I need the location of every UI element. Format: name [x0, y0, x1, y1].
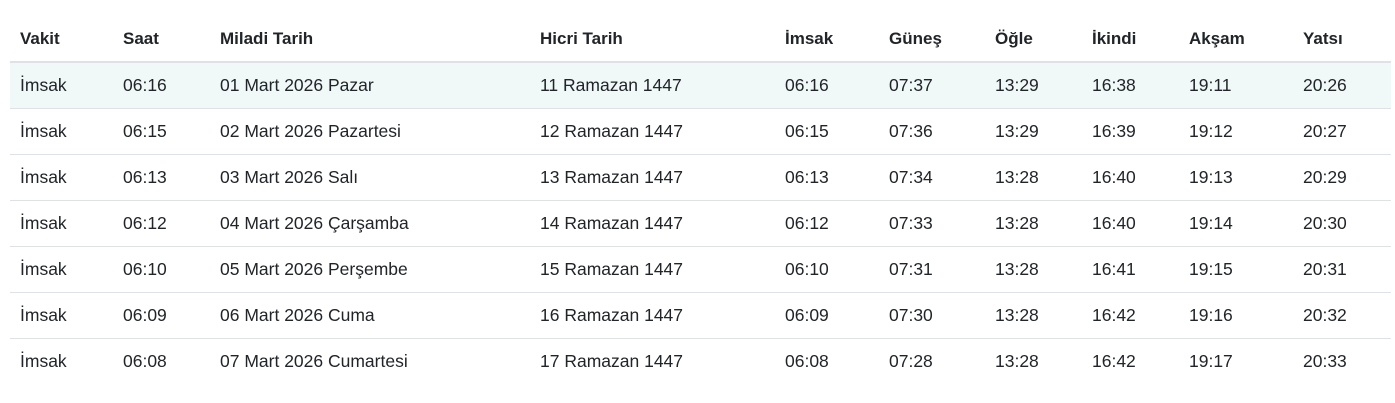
cell-yatsi: 20:26	[1293, 62, 1391, 109]
cell-vakit: İmsak	[10, 154, 113, 201]
cell-gunes: 07:28	[889, 351, 933, 371]
cell-saat: 06:10	[113, 246, 210, 293]
table-row[interactable]: İmsak 06:09 06 Mart 2026 Cuma 16 Ramazan…	[10, 292, 1391, 339]
cell-aksam: 19:14	[1179, 200, 1293, 247]
cell-imsak: 06:16	[775, 62, 879, 109]
cell-imsak: 06:15	[775, 108, 879, 155]
column-header-aksam[interactable]: Akşam	[1179, 16, 1293, 63]
cell-saat: 06:12	[113, 200, 210, 247]
cell-miladi-tarih: 06 Mart 2026 Cuma	[210, 292, 530, 339]
cell-ikindi: 16:41	[1082, 246, 1179, 293]
cell-aksam: 19:17	[1189, 351, 1233, 371]
cell-imsak: 06:13	[775, 154, 879, 201]
table-row[interactable]: İmsak 06:15 02 Mart 2026 Pazartesi 12 Ra…	[10, 108, 1391, 155]
cell-aksam: 19:11	[1179, 62, 1293, 109]
cell-yatsi: 20:27	[1293, 108, 1391, 155]
cell-saat: 06:16	[113, 62, 210, 109]
cell-ikindi: 16:39	[1082, 108, 1179, 155]
column-header-saat[interactable]: Saat	[113, 16, 210, 63]
cell-vakit: İmsak	[10, 246, 113, 293]
cell-gunes: 07:33	[879, 200, 985, 247]
table-row-today[interactable]: İmsak 06:16 01 Mart 2026 Pazar 11 Ramaza…	[10, 62, 1391, 109]
cell-vakit: İmsak	[10, 62, 113, 109]
cell-miladi-tarih: 03 Mart 2026 Salı	[210, 154, 530, 201]
column-header-ogle[interactable]: Öğle	[985, 16, 1082, 63]
cell-aksam: 19:16	[1179, 292, 1293, 339]
cell-miladi-tarih: 05 Mart 2026 Perşembe	[210, 246, 530, 293]
prayer-times-table: Vakit Saat Miladi Tarih Hicri Tarih İmsa…	[10, 16, 1391, 384]
column-header-hicri-tarih[interactable]: Hicri Tarih	[530, 16, 775, 63]
cell-aksam: 19:12	[1179, 108, 1293, 155]
cell-aksam: 19:13	[1179, 154, 1293, 201]
cell-vakit: İmsak	[10, 292, 113, 339]
cell-ogle: 13:29	[985, 108, 1082, 155]
cell-yatsi: 20:29	[1293, 154, 1391, 201]
cell-hicri-tarih: 16 Ramazan 1447	[530, 292, 775, 339]
cell-ogle: 13:28	[985, 154, 1082, 201]
column-header-imsak[interactable]: İmsak	[775, 16, 879, 63]
cell-ikindi: 16:40	[1082, 200, 1179, 247]
cell-ikindi: 16:42	[1082, 292, 1179, 339]
cell-miladi-tarih: 01 Mart 2026 Pazar	[210, 62, 530, 109]
cell-ogle: 13:28	[985, 292, 1082, 339]
cell-ogle: 13:28	[985, 246, 1082, 293]
cell-hicri-tarih: 13 Ramazan 1447	[530, 154, 775, 201]
table-row[interactable]: İmsak 06:12 04 Mart 2026 Çarşamba 14 Ram…	[10, 200, 1391, 247]
cell-miladi-tarih: 07 Mart 2026 Cumartesi	[220, 351, 408, 371]
cell-gunes: 07:31	[879, 246, 985, 293]
cell-vakit: İmsak	[20, 351, 67, 371]
cell-gunes: 07:30	[879, 292, 985, 339]
cell-imsak: 06:09	[775, 292, 879, 339]
column-header-gunes[interactable]: Güneş	[879, 16, 985, 63]
cell-miladi-tarih: 04 Mart 2026 Çarşamba	[210, 200, 530, 247]
cell-hicri-tarih: 14 Ramazan 1447	[530, 200, 775, 247]
cell-vakit: İmsak	[10, 108, 113, 155]
cell-aksam: 19:15	[1179, 246, 1293, 293]
cell-hicri-tarih: 12 Ramazan 1447	[530, 108, 775, 155]
cell-saat: 06:08	[123, 351, 167, 371]
cell-imsak: 06:12	[775, 200, 879, 247]
column-header-miladi-tarih[interactable]: Miladi Tarih	[210, 16, 530, 63]
cell-ikindi: 16:40	[1082, 154, 1179, 201]
cell-ogle: 13:28	[995, 351, 1039, 371]
cell-saat: 06:15	[113, 108, 210, 155]
cell-saat: 06:13	[113, 154, 210, 201]
table-row[interactable]: İmsak 06:13 03 Mart 2026 Salı 13 Ramazan…	[10, 154, 1391, 201]
cell-ogle: 13:29	[985, 62, 1082, 109]
cell-gunes: 07:34	[879, 154, 985, 201]
cell-miladi-tarih: 02 Mart 2026 Pazartesi	[210, 108, 530, 155]
cell-yatsi: 20:33	[1303, 351, 1347, 371]
column-header-vakit[interactable]: Vakit	[10, 16, 113, 63]
cell-saat: 06:09	[113, 292, 210, 339]
cell-imsak: 06:10	[775, 246, 879, 293]
cell-hicri-tarih: 17 Ramazan 1447	[540, 351, 684, 371]
cell-ogle: 13:28	[985, 200, 1082, 247]
table-row[interactable]: İmsak 06:08 07 Mart 2026 Cumartesi 17 Ra…	[10, 339, 1391, 385]
cell-hicri-tarih: 11 Ramazan 1447	[530, 62, 775, 109]
cell-gunes: 07:36	[879, 108, 985, 155]
cell-hicri-tarih: 15 Ramazan 1447	[530, 246, 775, 293]
cell-yatsi: 20:30	[1293, 200, 1391, 247]
column-header-yatsi[interactable]: Yatsı	[1293, 16, 1391, 63]
cell-ikindi: 16:38	[1082, 62, 1179, 109]
prayer-times-table-container: Vakit Saat Miladi Tarih Hicri Tarih İmsa…	[10, 16, 1391, 384]
cell-vakit: İmsak	[10, 200, 113, 247]
cell-yatsi: 20:31	[1293, 246, 1391, 293]
column-header-ikindi[interactable]: İkindi	[1082, 16, 1179, 63]
cell-yatsi: 20:32	[1293, 292, 1391, 339]
cell-gunes: 07:37	[879, 62, 985, 109]
table-header-row: Vakit Saat Miladi Tarih Hicri Tarih İmsa…	[10, 16, 1391, 63]
cell-ikindi: 16:42	[1092, 351, 1136, 371]
cell-imsak: 06:08	[785, 351, 829, 371]
table-row[interactable]: İmsak 06:10 05 Mart 2026 Perşembe 15 Ram…	[10, 246, 1391, 293]
